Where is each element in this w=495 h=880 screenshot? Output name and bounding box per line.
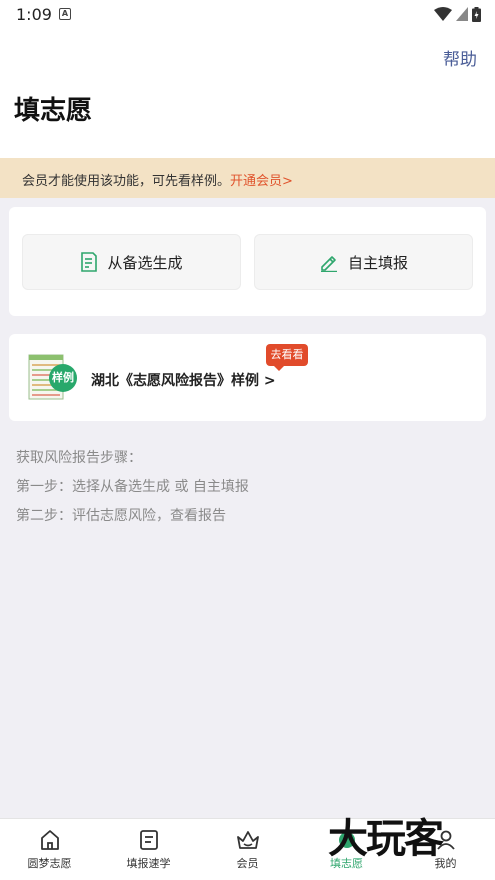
sample-badge: 样例 xyxy=(49,364,77,392)
home-icon xyxy=(40,830,59,850)
notification-a-icon: A xyxy=(59,8,71,20)
help-link[interactable]: 帮助 xyxy=(443,45,477,70)
wifi-icon xyxy=(434,7,452,21)
book-icon xyxy=(139,830,158,850)
signal-icon xyxy=(456,7,468,21)
tab-home[interactable]: 圆梦志愿 xyxy=(0,819,99,880)
fill-options-card: 从备选生成 自主填报 xyxy=(9,207,486,316)
sample-report-card[interactable]: 样例 湖北《志愿风险报告》样例 > 去看看 xyxy=(9,334,486,421)
tab-quick-learn-label: 填报速学 xyxy=(126,857,171,870)
member-banner: 会员才能使用该功能，可先看样例。开通会员> xyxy=(0,158,495,198)
watermark-logo: 大玩客 xyxy=(328,815,444,862)
tab-quick-learn[interactable]: 填报速学 xyxy=(99,819,198,880)
document-icon xyxy=(81,252,98,272)
report-steps: 获取风险报告步骤： 第一步：选择从备选生成 或 自主填报 第二步：评估志愿风险，… xyxy=(16,444,249,531)
generate-from-candidates-button[interactable]: 从备选生成 xyxy=(22,234,241,290)
step-two: 第二步：评估志愿风险，查看报告 xyxy=(16,508,226,524)
status-bar: 1:09 A xyxy=(0,0,495,30)
tab-member[interactable]: 会员 xyxy=(198,819,297,880)
self-fill-label: 自主填报 xyxy=(347,253,408,272)
page-title: 填志愿 xyxy=(14,96,93,126)
generate-from-candidates-label: 从备选生成 xyxy=(107,253,183,272)
open-membership-link[interactable]: 开通会员> xyxy=(230,174,293,189)
tab-member-label: 会员 xyxy=(236,857,259,870)
banner-text-row: 会员才能使用该功能，可先看样例。开通会员> xyxy=(22,170,293,189)
status-icons xyxy=(434,6,481,22)
status-time: 1:09 xyxy=(16,5,52,24)
page-header: 帮助 填志愿 xyxy=(0,30,495,158)
sample-report-title[interactable]: 湖北《志愿风险报告》样例 > xyxy=(91,370,276,390)
step-one: 第一步：选择从备选生成 或 自主填报 xyxy=(16,479,249,495)
go-view-tag[interactable]: 去看看 xyxy=(266,344,308,371)
steps-heading: 获取风险报告步骤： xyxy=(16,450,142,466)
tab-home-label: 圆梦志愿 xyxy=(27,857,72,870)
pencil-icon xyxy=(320,256,337,272)
crown-icon xyxy=(236,831,259,849)
self-fill-button[interactable]: 自主填报 xyxy=(254,234,473,290)
battery-icon xyxy=(472,6,481,22)
banner-message: 会员才能使用该功能，可先看样例。 xyxy=(22,174,231,189)
